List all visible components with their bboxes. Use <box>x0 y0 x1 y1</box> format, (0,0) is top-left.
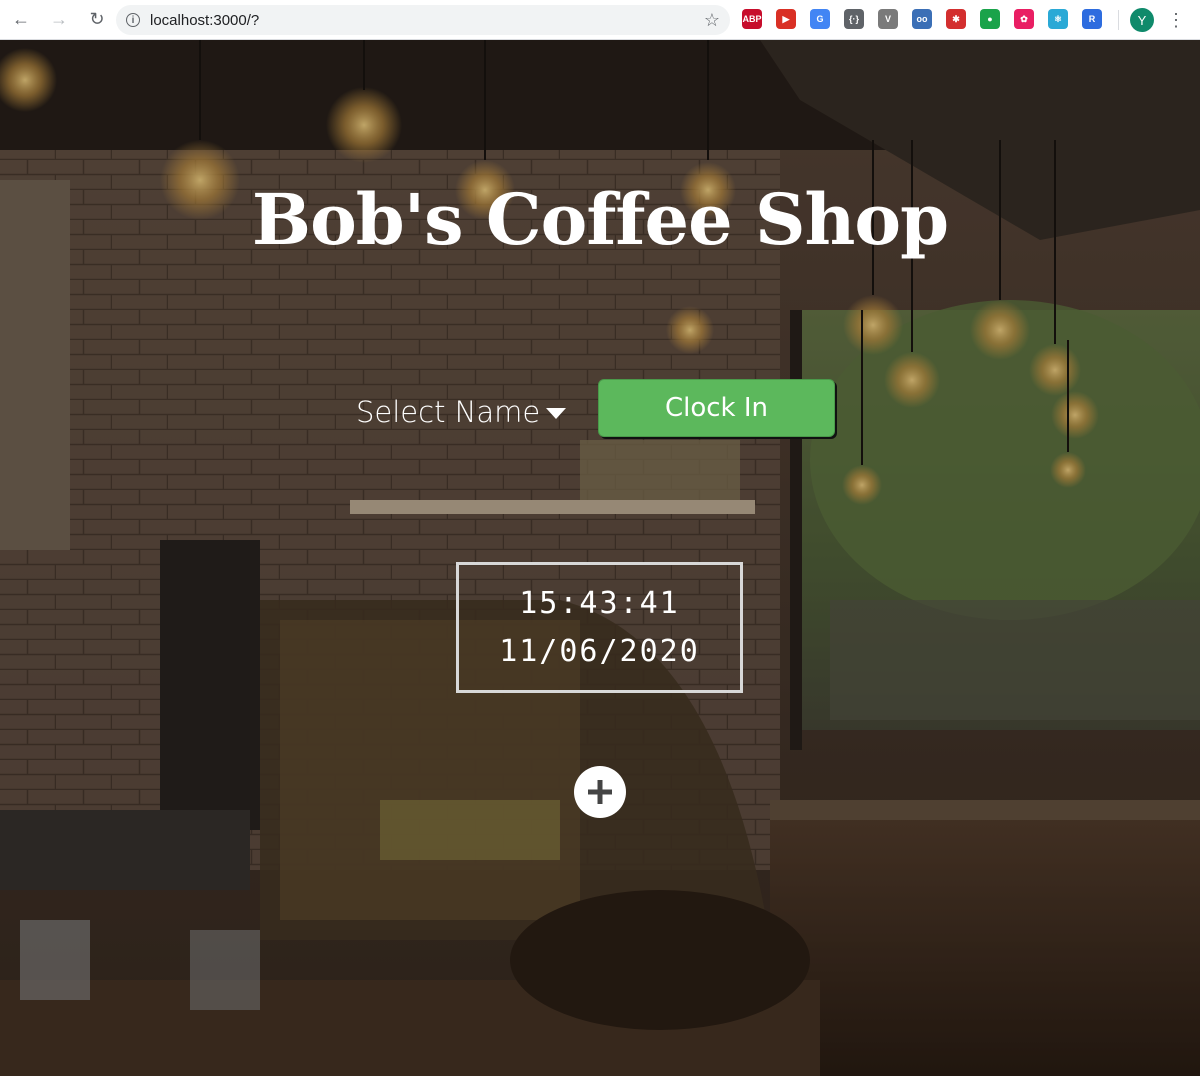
url-text[interactable]: localhost:3000/? <box>150 12 259 29</box>
current-date: 11/06/2020 <box>499 633 700 669</box>
browser-toolbar: ← → ↻ i localhost:3000/? ☆ ABP ▶ G {·} Voo ✱ ●… <box>0 0 1200 40</box>
redux-icon[interactable]: R <box>1082 9 1102 29</box>
add-button[interactable] <box>574 766 626 818</box>
react-icon[interactable]: ⚛ <box>1048 9 1068 29</box>
puzzle-icon[interactable]: ✱ <box>946 9 966 29</box>
toolbar-divider <box>1118 10 1119 30</box>
page-title: Bob's Coffee Shop <box>251 178 949 261</box>
select-name-label: Select Name <box>356 395 541 429</box>
vue-icon[interactable]: V <box>878 9 898 29</box>
reload-icon[interactable]: ↻ <box>80 3 114 37</box>
site-info-icon[interactable]: i <box>126 13 140 27</box>
video-speed-icon[interactable]: ▶ <box>776 9 796 29</box>
back-arrow-icon[interactable]: ← <box>4 3 38 37</box>
browser-menu-icon[interactable]: ⋮ <box>1166 8 1186 32</box>
code-icon[interactable]: {·} <box>844 9 864 29</box>
clock-display: 15:43:41 11/06/2020 <box>456 562 743 693</box>
caret-down-icon <box>546 407 567 419</box>
clock-in-button[interactable]: Clock In <box>598 379 835 437</box>
color-wheel-icon[interactable]: ✿ <box>1014 9 1034 29</box>
adblock-icon[interactable]: ABP <box>742 9 762 29</box>
forward-arrow-icon[interactable]: → <box>42 3 76 37</box>
bookmark-star-icon[interactable]: ☆ <box>704 10 720 31</box>
profile-avatar[interactable]: Y <box>1130 8 1154 32</box>
plus-icon <box>588 780 612 804</box>
address-bar[interactable]: i localhost:3000/? ☆ <box>116 5 730 35</box>
eyes-icon[interactable]: oo <box>912 9 932 29</box>
page: Bob's Coffee Shop Select Name Clock In 1… <box>0 40 1200 1076</box>
current-time: 15:43:41 <box>519 585 680 621</box>
translate-icon[interactable]: G <box>810 9 830 29</box>
select-name-dropdown[interactable]: Select Name <box>356 392 567 432</box>
chat-bubble-icon[interactable]: ● <box>980 9 1000 29</box>
